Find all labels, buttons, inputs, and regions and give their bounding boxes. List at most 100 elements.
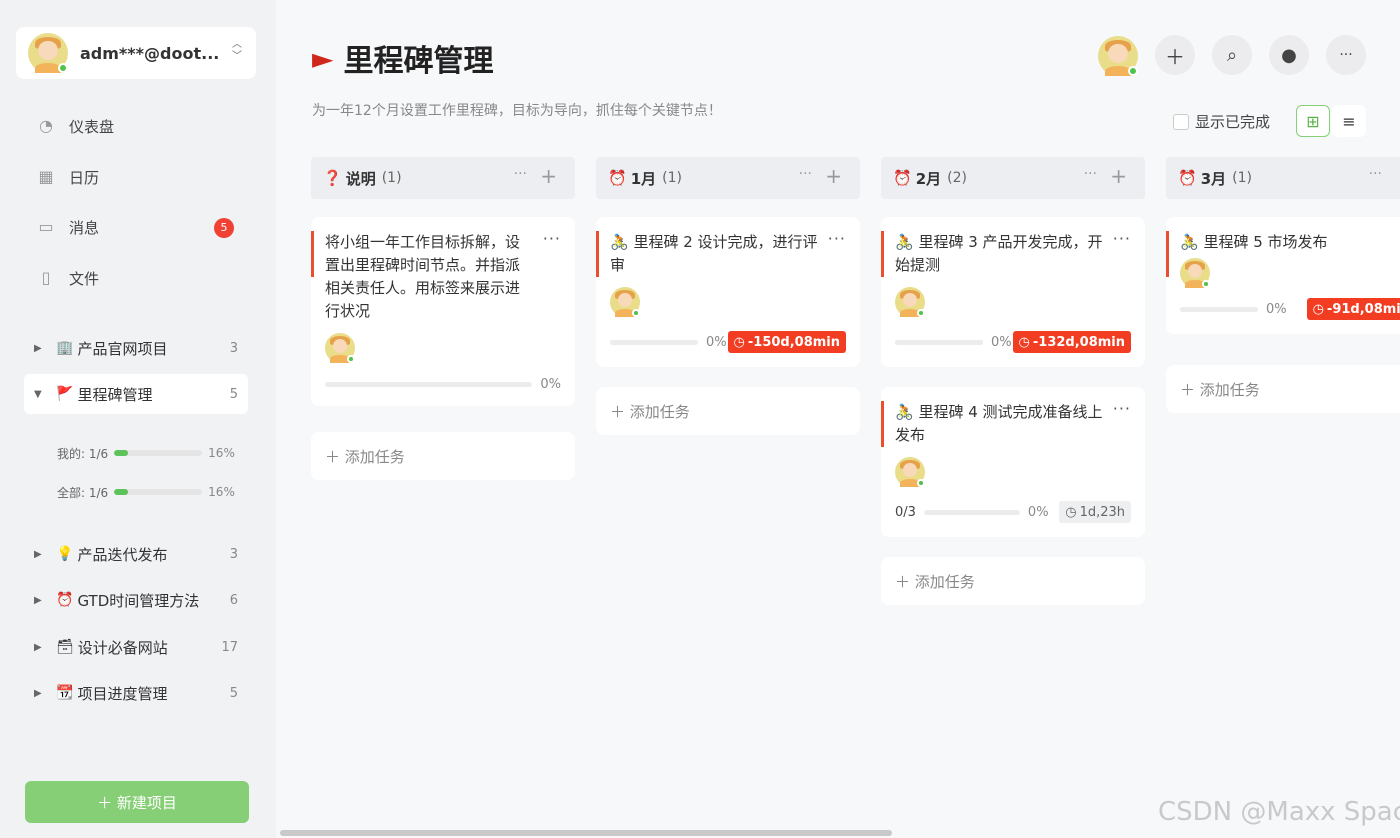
project-item[interactable]: ▶ 📆 项目进度管理 5 [24,673,248,713]
chevron-up-down-icon: ︿ ﹀ [232,39,242,62]
flag-icon: ► [312,41,334,75]
bulb-icon: 💡 [56,546,74,562]
message-badge: 5 [214,218,234,238]
grid-icon: ⊞ [1306,111,1320,131]
task-progress: 0% ◷ -150d,08min [610,331,846,353]
assignee-avatar [610,287,640,317]
new-project-button[interactable]: ＋ 新建项目 [25,781,249,823]
more-icon[interactable]: ··· [1113,399,1131,418]
project-item[interactable]: ▶ ⏰ GTD时间管理方法 6 [24,580,248,620]
more-button[interactable]: ··· [1326,35,1366,75]
account-name: adm***@doot... [80,43,220,63]
add-task-button[interactable]: ＋ 添加任务 [881,557,1145,605]
project-item[interactable]: ▶ 🏢 产品官网项目 3 [24,328,248,368]
due-badge: ◷ -150d,08min [727,331,846,353]
more-icon[interactable]: ··· [543,229,561,248]
expand-icon[interactable]: ▶ [34,642,46,653]
chat-button[interactable]: ● [1269,35,1309,75]
assignee-avatar [1180,258,1210,288]
sidebar: adm***@doot... ︿ ﹀ ◔ 仪表盘 ▦ 日历 ▭ 消息 5 ▯ 文件… [0,0,276,838]
task-progress: 0/3 0% ◷ 1d,23h [895,501,1131,523]
checkbox[interactable] [1173,113,1189,130]
task-card[interactable]: 将小组一年工作目标拆解，设置出里程碑时间节点。并指派相关责任人。用标签来展示进行… [311,217,575,406]
column-jan: ⏰ 1月 (1) ··· + 🚴 里程碑 2 设计完成，进行评审 ··· 0% … [596,157,860,435]
progress-bar [114,450,203,456]
file-box-icon: 🗃 [56,639,74,655]
project-item[interactable]: ▶ 💡 产品迭代发布 3 [24,534,248,574]
nav-dashboard[interactable]: ◔ 仪表盘 [36,114,114,138]
task-progress: 0% ◷ -132d,08min [895,331,1131,353]
more-icon[interactable]: ··· [799,166,812,182]
column-header: ⏰ 2月 (2) ··· + [881,157,1145,199]
project-item-active[interactable]: ▼ 🚩 里程碑管理 5 [24,374,248,414]
list-icon: ≡ [1342,111,1356,131]
grid-view-button[interactable]: ⊞ [1296,105,1330,137]
user-avatar [28,33,68,73]
task-progress: 0% ◷-91d,08min [1180,298,1400,320]
column-header: ⏰ 3月 (1) ··· [1166,157,1400,199]
question-icon: ❓ [323,169,342,187]
page-subtitle: 为一年12个月设置工作里程碑，目标为导向，抓住每个关键节点！ [312,103,722,119]
account-switcher[interactable]: adm***@doot... ︿ ﹀ [16,27,256,79]
message-icon: ▭ [38,217,54,236]
member-avatar[interactable] [1098,36,1138,76]
more-icon[interactable]: ··· [1369,166,1382,182]
column-notes: ❓ 说明 (1) ··· + 将小组一年工作目标拆解，设置出里程碑时间节点。并指… [311,157,575,480]
column-feb: ⏰ 2月 (2) ··· + 🚴 里程碑 3 产品开发完成，开始提测 ··· 0… [881,157,1145,605]
due-badge: ◷ 1d,23h [1059,501,1131,523]
stat-mine: 我的: 1/6 16% [57,446,235,461]
clock-icon: ◷ [1065,504,1077,520]
alarm-clock-icon: ⏰ [1178,169,1197,187]
add-task-button[interactable]: ＋ 添加任务 [596,387,860,435]
task-card[interactable]: 🚴 里程碑 4 测试完成准备线上发布 ··· 0/3 0% ◷ 1d,23h [881,387,1145,537]
plus-icon[interactable]: + [540,164,557,188]
more-icon[interactable]: ··· [1084,166,1097,182]
flag-icon: 🚩 [56,386,74,402]
horizontal-scrollbar[interactable] [280,830,892,836]
clock-icon: ◷ [733,334,745,350]
add-button[interactable]: ＋ [1155,35,1195,75]
expand-icon[interactable]: ▶ [34,343,46,354]
alarm-clock-icon: ⏰ [608,169,627,187]
more-icon[interactable]: ··· [828,229,846,248]
page-title: ► 里程碑管理 [312,41,494,80]
progress-bar [114,489,203,495]
plus-icon: ＋ [1165,44,1185,69]
nav-messages[interactable]: ▭ 消息 [36,215,99,239]
expand-icon[interactable]: ▶ [34,549,46,560]
plus-icon[interactable]: + [825,164,842,188]
due-badge: ◷-91d,08min [1306,298,1400,320]
assignee-avatar [895,457,925,487]
board: ► 里程碑管理 为一年12个月设置工作里程碑，目标为导向，抓住每个关键节点！ ＋… [276,0,1400,838]
search-icon: ⌕ [1226,44,1238,66]
dashboard-icon: ◔ [39,116,53,135]
assignee-avatar [895,287,925,317]
task-card[interactable]: 🚴 里程碑 2 设计完成，进行评审 ··· 0% ◷ -150d,08min [596,217,860,367]
plus-icon[interactable]: + [1110,164,1127,188]
building-icon: 🏢 [56,340,74,356]
task-card[interactable]: 🚴 里程碑 5 市场发布 0% ◷-91d,08min [1166,217,1400,334]
expand-icon[interactable]: ▶ [34,688,46,699]
more-icon[interactable]: ··· [514,166,527,182]
alarm-clock-icon: ⏰ [56,592,74,608]
task-card[interactable]: 🚴 里程碑 3 产品开发完成，开始提测 ··· 0% ◷ -132d,08min [881,217,1145,367]
chat-icon: ● [1281,44,1297,66]
calendar-icon: ▦ [38,167,54,186]
column-header: ⏰ 1月 (1) ··· + [596,157,860,199]
due-badge: ◷ -132d,08min [1012,331,1131,353]
show-completed-toggle[interactable]: 显示已完成 [1173,111,1270,132]
list-view-button[interactable]: ≡ [1332,105,1366,137]
column-header: ❓ 说明 (1) ··· + [311,157,575,199]
collapse-icon[interactable]: ▼ [34,389,46,400]
stat-all: 全部: 1/6 16% [57,485,235,500]
search-button[interactable]: ⌕ [1212,35,1252,75]
add-task-button[interactable]: ＋ 添加任务 [1166,365,1400,413]
task-progress: 0% [325,377,561,392]
more-icon[interactable]: ··· [1113,229,1131,248]
project-item[interactable]: ▶ 🗃 设计必备网站 17 [24,627,248,667]
expand-icon[interactable]: ▶ [34,595,46,606]
nav-files[interactable]: ▯ 文件 [36,266,99,290]
nav-calendar[interactable]: ▦ 日历 [36,165,99,189]
watermark: CSDN @Maxx Space [1158,797,1400,827]
add-task-button[interactable]: ＋ 添加任务 [311,432,575,480]
